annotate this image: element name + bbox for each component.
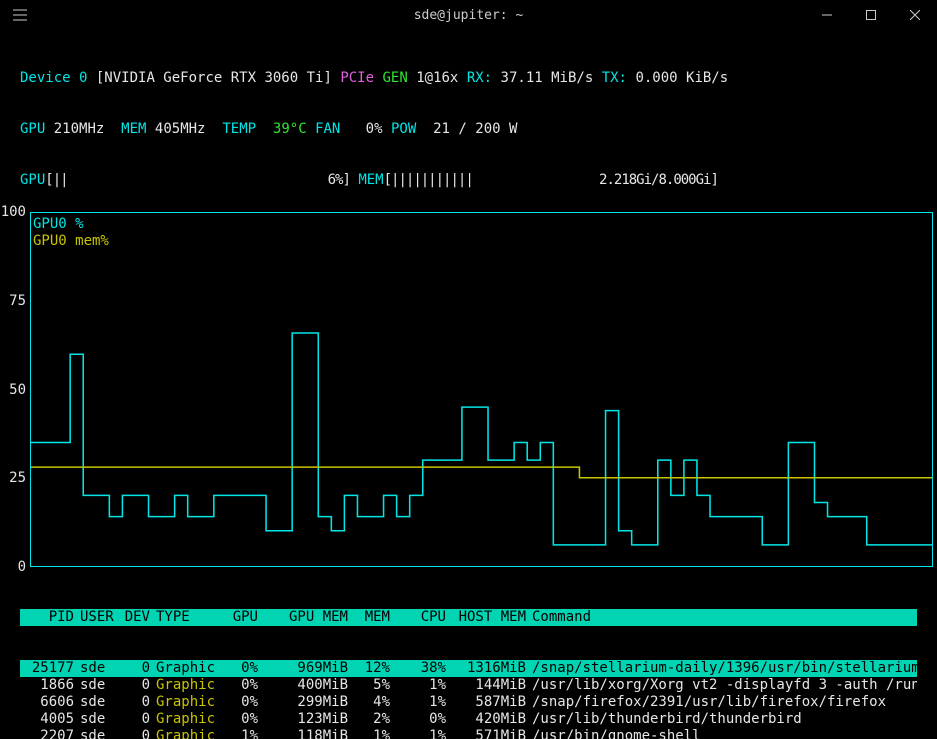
table-header[interactable]: PID USER DEV TYPE GPU GPU MEM MEM CPU HO… xyxy=(20,609,917,626)
minimize-button[interactable] xyxy=(805,0,849,30)
hamburger-menu-button[interactable] xyxy=(0,9,40,21)
process-table[interactable]: PID USER DEV TYPE GPU GPU MEM MEM CPU HO… xyxy=(20,575,917,739)
chart-gpu-series xyxy=(31,333,932,545)
chart-mem-series xyxy=(31,467,932,478)
device-line: Device 0 [NVIDIA GeForce RTX 3060 Ti] PC… xyxy=(20,70,917,87)
gpu-chart: 0255075100 GPU0 % GPU0 mem% xyxy=(0,212,937,567)
table-row[interactable]: 1866sde0Graphic0%400MiB5%1%144MiB/usr/li… xyxy=(20,677,917,694)
chart-ytick: 100 xyxy=(1,204,26,220)
table-row[interactable]: 6606sde0Graphic0%299MiB4%1%587MiB/snap/f… xyxy=(20,694,917,711)
chart-ytick: 25 xyxy=(9,470,26,486)
close-button[interactable] xyxy=(893,0,937,30)
chart-ytick: 75 xyxy=(9,293,26,309)
table-row[interactable]: 4005sde0Graphic0%123MiB2%0%420MiB/usr/li… xyxy=(20,711,917,728)
maximize-button[interactable] xyxy=(849,0,893,30)
bars-line: GPU[|| 6%] MEM[||||||||||| 2.218Gi/8.000… xyxy=(20,172,917,189)
table-row[interactable]: 25177sde0Graphic0%969MiB12%38%1316MiB/sn… xyxy=(20,660,917,677)
title-bar: sde@jupiter: ~ xyxy=(0,0,937,30)
stats-line: GPU 210MHz MEM 405MHz TEMP 39°C FAN 0% P… xyxy=(20,121,917,138)
window-title: sde@jupiter: ~ xyxy=(0,8,937,23)
table-row[interactable]: 2207sde0Graphic1%118MiB1%1%571MiB/usr/bi… xyxy=(20,728,917,739)
chart-ytick: 0 xyxy=(18,559,26,575)
chart-ytick: 50 xyxy=(9,382,26,398)
